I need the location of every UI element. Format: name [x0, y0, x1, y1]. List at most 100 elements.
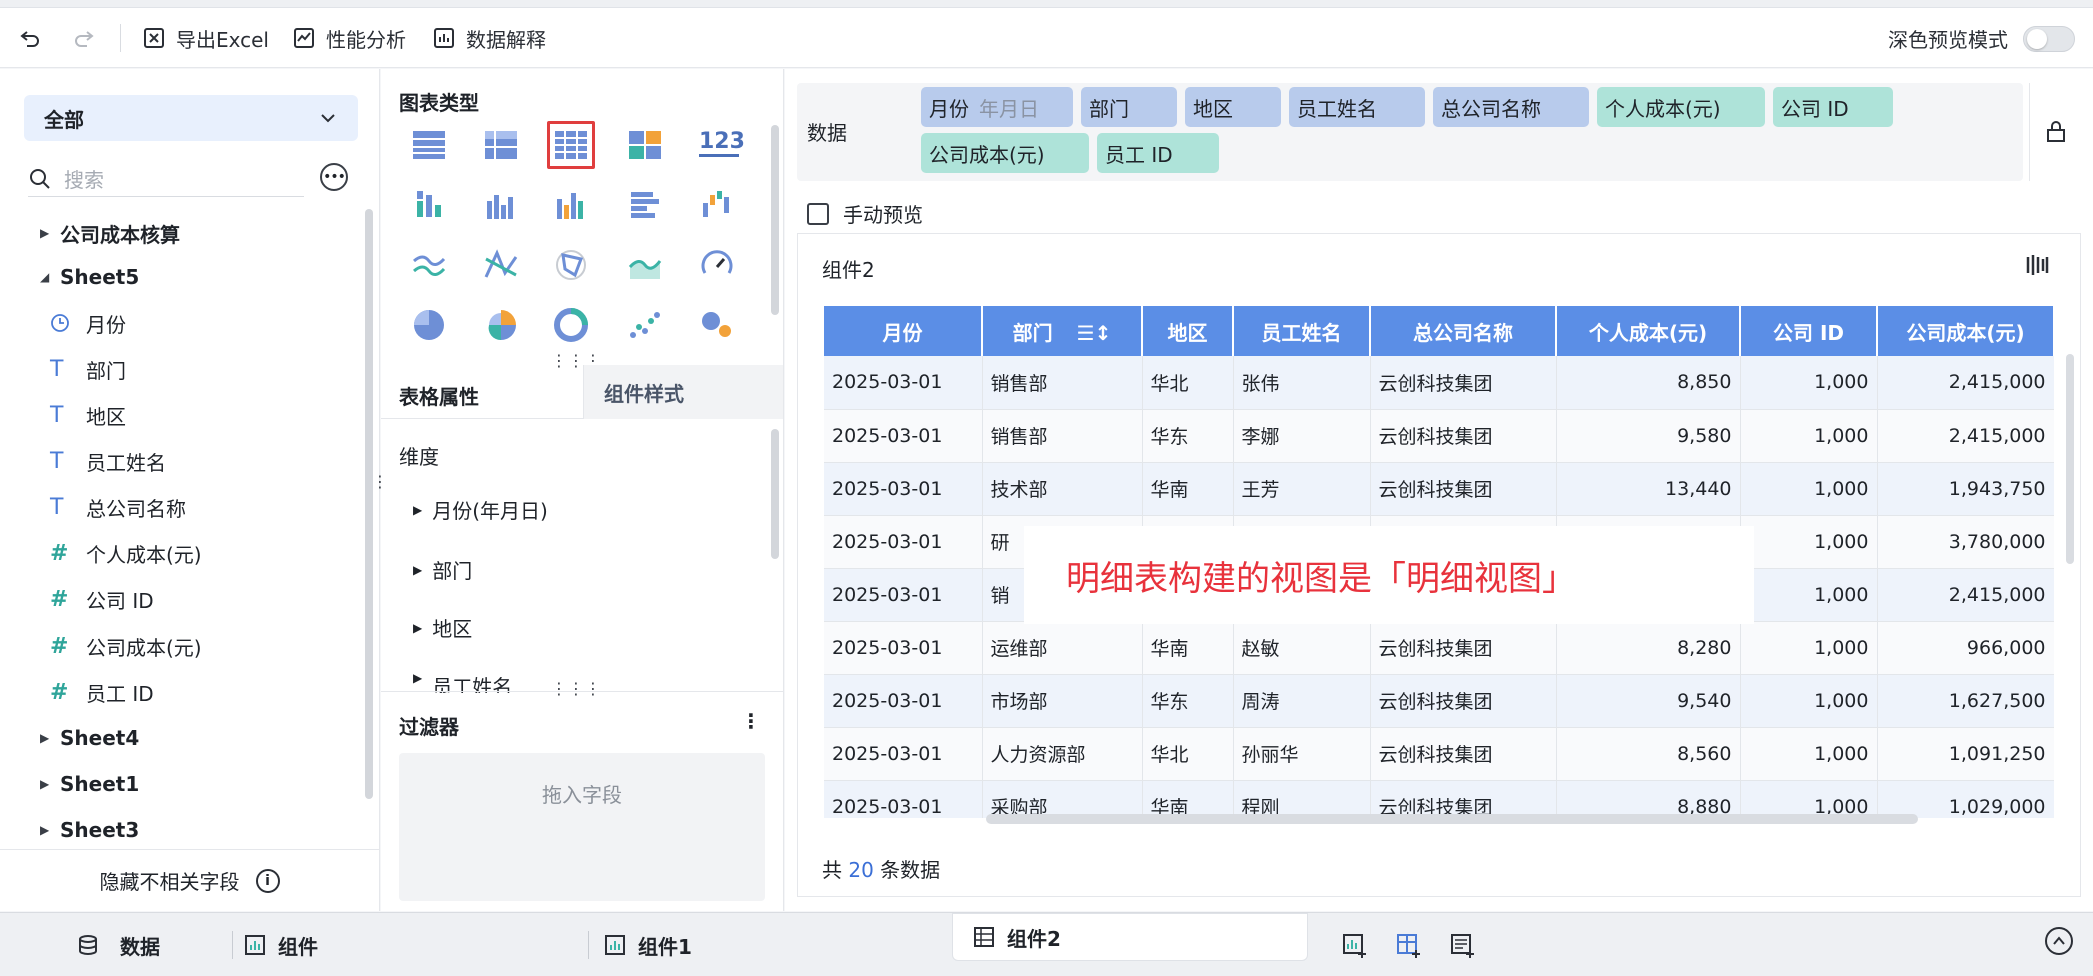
dimension-item-employee[interactable]: ▶ 员工姓名 — [413, 671, 512, 693]
field-search[interactable]: 搜索 — [28, 161, 304, 197]
manual-preview[interactable]: 手动预览 — [807, 199, 923, 228]
column-chart-icon[interactable] — [483, 187, 519, 223]
table-row[interactable]: 2025-03-01 市场部 华东 周涛 云创科技集团 9,540 1,000 1,627,5… — [824, 674, 2054, 728]
chart-switch-icon[interactable] — [2024, 252, 2050, 278]
table-icon[interactable] — [411, 127, 447, 163]
manual-preview-checkbox[interactable] — [807, 202, 829, 225]
dark-preview-toggle[interactable] — [2023, 26, 2075, 52]
field-department[interactable]: T 部门 — [50, 354, 126, 384]
table-row[interactable]: 2025-03-01 运维部 华南 赵敏 云创科技集团 8,280 1,000 966,000 — [824, 621, 2054, 675]
chip-month[interactable]: 月份 年月日 — [921, 87, 1073, 127]
performance-analysis-button[interactable]: 性能分析 — [292, 22, 406, 54]
chip-employee-id[interactable]: 员工 ID — [1097, 133, 1219, 173]
table-cell: 采购部 — [982, 780, 1143, 818]
tree-group-company-cost[interactable]: ▶ 公司成本核算 — [40, 218, 180, 248]
waterfall-chart-icon[interactable] — [699, 187, 735, 223]
field-personal-cost[interactable]: # 个人成本(元) — [50, 538, 202, 568]
radar-chart-icon[interactable] — [553, 247, 589, 283]
table-cell: 销售部 — [982, 409, 1143, 463]
dashboard-block-icon[interactable] — [627, 127, 663, 163]
field-company-cost[interactable]: # 公司成本(元) — [50, 631, 202, 661]
tab-component2[interactable]: 组件2 — [952, 913, 1308, 961]
donut-chart-icon[interactable] — [553, 307, 589, 343]
field-panel-scrollbar[interactable] — [365, 209, 373, 799]
collapse-bottom-icon[interactable] — [2045, 927, 2073, 955]
caret-right-icon: ▶ — [40, 777, 50, 791]
chip-department[interactable]: 部门 — [1081, 87, 1177, 127]
drag-handle-icon[interactable]: ⋮⋮⋮ — [551, 353, 602, 369]
gauge-chart-icon[interactable] — [699, 247, 735, 283]
field-employee-id[interactable]: # 员工 ID — [50, 677, 154, 707]
redo-button[interactable] — [72, 22, 96, 54]
tree-group-sheet5[interactable]: ◢ Sheet5 — [40, 262, 139, 292]
column-header[interactable]: 地区 — [1142, 306, 1234, 356]
dimension-item-region[interactable]: ▶ 地区 — [413, 613, 472, 642]
tree-group-sheet1[interactable]: ▶ Sheet1 — [40, 769, 139, 799]
tab-component[interactable]: 组件 — [244, 913, 318, 976]
column-header[interactable]: 公司 ID — [1740, 306, 1878, 356]
column-header[interactable]: 员工姓名 — [1233, 306, 1371, 356]
cross-table-icon[interactable] — [483, 127, 519, 163]
filter-drop-zone[interactable]: 拖入字段 — [399, 753, 765, 901]
rose-chart-icon[interactable] — [483, 307, 519, 343]
chip-company-id[interactable]: 公司 ID — [1773, 87, 1893, 127]
table-vertical-scrollbar[interactable] — [2066, 354, 2074, 564]
sort-icon[interactable]: ☰↕ — [1077, 321, 1112, 345]
chip-company-name[interactable]: 总公司名称 — [1433, 87, 1589, 127]
scatter-chart-icon[interactable] — [627, 307, 663, 343]
chip-personal-cost[interactable]: 个人成本(元) — [1597, 87, 1765, 127]
tab-component1[interactable]: 组件1 — [604, 913, 692, 976]
info-icon[interactable]: i — [255, 868, 280, 893]
table-row[interactable]: 2025-03-01 技术部 华南 王芳 云创科技集团 13,440 1,000 1,943,… — [824, 462, 2054, 516]
chip-company-cost[interactable]: 公司成本(元) — [921, 133, 1089, 173]
undo-button[interactable] — [18, 22, 42, 54]
column-header[interactable]: 月份 — [824, 306, 983, 356]
field-region[interactable]: T 地区 — [50, 400, 126, 430]
chip-employee-name[interactable]: 员工姓名 — [1289, 87, 1425, 127]
multi-line-chart-icon[interactable] — [483, 247, 519, 283]
grouped-bar-icon[interactable] — [411, 187, 447, 223]
column-header[interactable]: 总公司名称 — [1370, 306, 1557, 356]
search-input[interactable]: 搜索 — [64, 164, 104, 193]
bubble-chart-icon[interactable] — [699, 307, 735, 343]
bar-chart-icon[interactable] — [627, 187, 663, 223]
chip-region[interactable]: 地区 — [1185, 87, 1281, 127]
add-chart-component-icon[interactable] — [1342, 933, 1368, 959]
add-table-component-icon[interactable] — [1396, 933, 1422, 959]
tab-data[interactable]: 数据 — [76, 913, 160, 976]
kpi-number-icon[interactable]: 123 — [699, 129, 745, 157]
table-row[interactable]: 2025-03-01 采购部 华南 程刚 云创科技集团 8,880 1,000 1,029,0… — [824, 780, 2054, 818]
properties-scrollbar[interactable] — [771, 429, 779, 559]
dimension-item-month[interactable]: ▶ 月份(年月日) — [413, 495, 548, 524]
table-row[interactable]: 2025-03-01 人力资源部 华北 孙丽华 云创科技集团 8,560 1,000 1,09… — [824, 727, 2054, 781]
tab-component-style[interactable]: 组件样式 — [583, 365, 783, 419]
column-header[interactable]: 个人成本(元) — [1556, 306, 1741, 356]
add-detail-component-icon[interactable] — [1450, 933, 1476, 959]
tab-table-properties[interactable]: 表格属性 — [399, 381, 479, 410]
field-month[interactable]: 月份 — [50, 308, 126, 338]
table-horizontal-scrollbar[interactable] — [986, 814, 1918, 824]
dimension-item-department[interactable]: ▶ 部门 — [413, 555, 472, 584]
data-explain-button[interactable]: 数据解释 — [432, 22, 546, 54]
multi-column-chart-icon[interactable] — [553, 187, 589, 223]
field-company-name[interactable]: T 总公司名称 — [50, 492, 186, 522]
more-options-icon[interactable]: ••• — [320, 163, 348, 191]
dataset-select[interactable]: 全部 — [24, 95, 358, 141]
hide-irrelevant-fields[interactable]: 隐藏不相关字段 i — [0, 849, 379, 911]
column-header[interactable]: 公司成本(元) — [1877, 306, 2054, 356]
pie-chart-icon[interactable] — [411, 307, 447, 343]
table-row[interactable]: 2025-03-01 销售部 华东 李娜 云创科技集团 9,580 1,000 2,415,0… — [824, 409, 2054, 463]
line-chart-icon[interactable] — [411, 247, 447, 283]
field-employee-name[interactable]: T 员工姓名 — [50, 446, 166, 476]
lock-fields-button[interactable] — [2029, 83, 2081, 181]
detail-table-icon[interactable] — [553, 127, 589, 163]
filter-more-icon[interactable]: ⋮ — [741, 709, 761, 733]
column-header[interactable]: 部门 ☰↕ — [982, 306, 1143, 356]
tree-group-sheet4[interactable]: ▶ Sheet4 — [40, 723, 139, 753]
table-row[interactable]: 2025-03-01 销售部 华北 张伟 云创科技集团 8,850 1,000 2,415,0… — [824, 356, 2054, 410]
field-company-id[interactable]: # 公司 ID — [50, 584, 154, 614]
chart-type-scrollbar[interactable] — [771, 125, 779, 315]
tree-group-sheet3[interactable]: ▶ Sheet3 — [40, 815, 139, 845]
area-chart-icon[interactable] — [627, 247, 663, 283]
export-excel-button[interactable]: 导出Excel — [142, 22, 269, 54]
